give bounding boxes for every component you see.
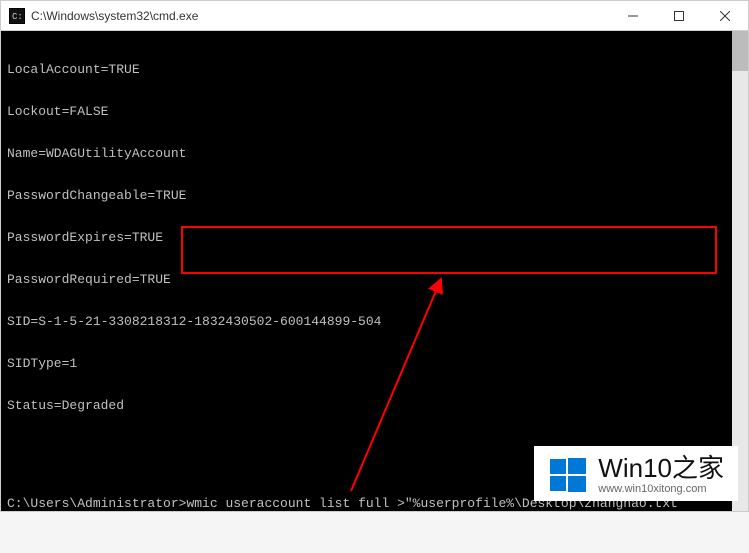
console-area[interactable]: LocalAccount=TRUE Lockout=FALSE Name=WDA… [1, 31, 748, 511]
output-line: PasswordExpires=TRUE [7, 231, 742, 245]
watermark: Win10之家 www.win10xitong.com [534, 446, 738, 501]
output-line: LocalAccount=TRUE [7, 63, 742, 77]
svg-text:C:: C: [12, 12, 23, 22]
vertical-scrollbar[interactable] [732, 31, 748, 511]
output-line: SIDType=1 [7, 357, 742, 371]
watermark-url: www.win10xitong.com [598, 483, 724, 495]
windows-logo-icon [548, 455, 588, 495]
watermark-text: Win10之家 www.win10xitong.com [598, 454, 724, 495]
minimize-button[interactable] [610, 1, 656, 30]
output-line: Status=Degraded [7, 399, 742, 413]
scrollbar-thumb[interactable] [732, 31, 748, 71]
output-line: Name=WDAGUtilityAccount [7, 147, 742, 161]
output-line: Lockout=FALSE [7, 105, 742, 119]
prompt-path: C:\Users\Administrator> [7, 497, 186, 511]
maximize-button[interactable] [656, 1, 702, 30]
output-line: PasswordChangeable=TRUE [7, 189, 742, 203]
cmd-icon: C: [9, 8, 25, 24]
window-titlebar: C: C:\Windows\system32\cmd.exe [1, 1, 748, 31]
window-title: C:\Windows\system32\cmd.exe [31, 9, 610, 23]
window-controls [610, 1, 748, 30]
close-button[interactable] [702, 1, 748, 30]
watermark-title: Win10之家 [598, 454, 724, 483]
output-line: PasswordRequired=TRUE [7, 273, 742, 287]
output-line: SID=S-1-5-21-3308218312-1832430502-60014… [7, 315, 742, 329]
